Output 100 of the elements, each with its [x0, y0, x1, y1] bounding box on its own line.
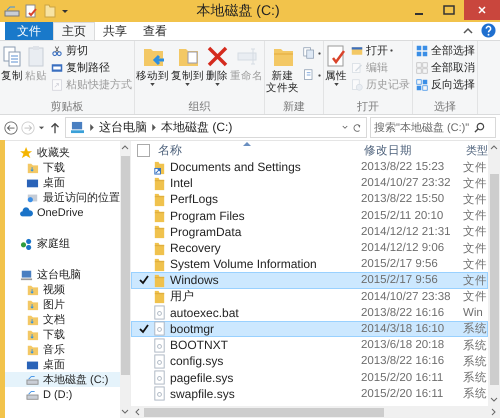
scrollbar[interactable] — [488, 141, 500, 406]
refresh-icon[interactable] — [352, 122, 362, 132]
ribbon-tab[interactable]: 文件 — [5, 22, 53, 40]
sidebar-item[interactable]: 视频 — [5, 282, 120, 297]
file-name: autoexec.bat — [170, 306, 240, 320]
scrollbar[interactable] — [131, 406, 500, 418]
scroll-thumb[interactable] — [144, 408, 384, 416]
ribbon-button[interactable]: 移动到 — [136, 43, 169, 99]
sidebar-item[interactable]: 收藏夹 — [5, 145, 120, 160]
properties-icon[interactable] — [23, 4, 39, 18]
ribbon-button[interactable]: 剪切 — [49, 43, 133, 58]
dropdown-icon[interactable] — [61, 7, 69, 15]
file-row[interactable]: Program Files 2015/2/11 20:10 文件 — [131, 208, 488, 224]
cloud-icon — [20, 206, 33, 218]
sidebar-item[interactable]: 最近访问的位置 — [5, 190, 120, 205]
ribbon-tab[interactable]: 共享 — [95, 22, 135, 40]
homegroup-icon — [20, 238, 33, 250]
file-row[interactable]: Intel 2014/10/27 23:32 文件 — [131, 175, 488, 192]
scroll-right-icon[interactable] — [491, 408, 496, 416]
folder-icon — [152, 240, 167, 256]
ribbon-button[interactable]: 全部取消 — [414, 60, 476, 75]
sidebar-item[interactable]: D (D:) — [5, 387, 120, 402]
sidebar-item[interactable]: 图片 — [5, 297, 120, 312]
search-icon — [474, 122, 485, 133]
select-all-checkbox[interactable] — [137, 144, 150, 156]
scroll-left-icon[interactable] — [135, 408, 140, 416]
ribbon-button[interactable]: 复制路径 — [49, 60, 133, 75]
sidebar-item[interactable]: 下载 — [5, 160, 120, 175]
ribbon-tab[interactable]: 主页 — [53, 22, 95, 40]
ribbon-button[interactable]: 新建 文件夹 — [266, 43, 299, 99]
check-icon[interactable] — [138, 275, 148, 286]
file-type: 文件 — [463, 258, 487, 272]
ribbon-button[interactable]: 反向选择 — [414, 77, 476, 92]
folder-icon — [152, 208, 167, 224]
file-row[interactable]: config.sys 2013/8/22 16:16 系统 — [131, 353, 488, 370]
sidebar-item[interactable]: 桌面 — [5, 175, 120, 190]
file-row[interactable]: PerfLogs 2013/8/22 15:50 文件 — [131, 191, 488, 208]
file-row[interactable]: swapfile.sys 2015/2/20 16:11 系统 — [131, 386, 488, 402]
scroll-thumb[interactable] — [490, 174, 498, 385]
breadcrumb-item[interactable]: 这台电脑 — [99, 119, 147, 136]
file-row[interactable]: pagefile.sys 2015/2/20 16:11 系统 — [131, 369, 488, 386]
scroll-down-icon[interactable] — [121, 409, 129, 414]
close-button[interactable] — [464, 0, 500, 20]
file-row[interactable]: autoexec.bat 2013/8/22 16:16 Win — [131, 304, 488, 321]
column-header[interactable]: 修改日期 — [364, 142, 466, 158]
scroll-thumb[interactable] — [120, 156, 130, 375]
ribbon-button[interactable]: 复制 — [1, 43, 23, 99]
sidebar-item[interactable]: 音乐 — [5, 342, 120, 357]
ribbon-tab[interactable]: 查看 — [135, 22, 175, 40]
file-row[interactable]: Recovery 2014/12/12 9:06 文件 — [131, 240, 488, 256]
check-icon[interactable] — [138, 324, 148, 334]
ribbon-button[interactable]: 复制到 — [171, 43, 204, 99]
modified-date: 2013/8/22 16:16 — [361, 306, 446, 319]
chevron-icon[interactable] — [89, 124, 95, 131]
sidebar-item[interactable]: 下载 — [5, 327, 120, 342]
file-icon — [152, 354, 167, 369]
file-row[interactable]: BOOTNXT 2013/6/18 20:18 系统 — [131, 337, 488, 354]
column-header[interactable]: 类型 — [466, 142, 488, 158]
collapse-icon[interactable] — [463, 27, 473, 35]
file-row[interactable]: bootmgr 2014/3/18 16:10 系统 — [131, 320, 488, 338]
up-arrow-icon[interactable] — [48, 120, 62, 134]
scrollbar[interactable] — [120, 141, 130, 418]
scroll-up-icon[interactable] — [490, 145, 498, 150]
file-name: Documents and Settings — [170, 160, 302, 174]
help-icon[interactable] — [481, 23, 496, 38]
sidebar-item[interactable]: 这台电脑 — [5, 267, 120, 282]
folder-icon — [26, 284, 39, 296]
file-row[interactable]: System Volume Information 2015/2/17 9:56 文件 — [131, 256, 488, 272]
file-row[interactable]: ProgramData 2014/12/12 21:31 文件 — [131, 224, 488, 240]
ribbon-button[interactable]: 删除 — [206, 43, 228, 99]
sidebar-item[interactable]: 家庭组 — [5, 236, 120, 251]
back-icon[interactable] — [4, 120, 18, 134]
properties-icon — [325, 44, 347, 68]
sidebar-item[interactable]: 桌面 — [5, 357, 120, 372]
address-field[interactable]: 这台电脑 本地磁盘 (C:) — [65, 117, 367, 138]
scroll-down-icon[interactable] — [490, 397, 498, 402]
folder-icon — [26, 162, 39, 174]
chevron-icon[interactable] — [151, 124, 157, 131]
modified-date: 2014/10/27 23:38 — [361, 290, 452, 303]
sidebar-label: 图片 — [43, 298, 65, 312]
file-type: 文件 — [463, 176, 487, 191]
column-header[interactable]: 名称 — [158, 142, 364, 158]
drive-icon[interactable] — [4, 4, 20, 18]
file-row[interactable]: 用户 2014/10/27 23:38 文件 — [131, 288, 488, 305]
breadcrumb-item[interactable]: 本地磁盘 (C:) — [161, 119, 232, 136]
sidebar-item[interactable]: 本地磁盘 (C:) — [5, 372, 120, 387]
scroll-up-icon[interactable] — [121, 145, 129, 150]
ribbon-button[interactable]: 属性 — [325, 43, 347, 99]
ribbon-button[interactable]: 全部选择 — [414, 43, 476, 58]
sidebar-label: D (D:) — [43, 388, 72, 400]
sidebar-item[interactable]: OneDrive — [5, 205, 120, 220]
dropdown-icon[interactable] — [38, 124, 45, 131]
file-row[interactable]: Documents and Settings 2013/8/22 15:23 文件 — [131, 159, 488, 176]
file-row[interactable]: Windows 2015/2/17 9:56 文件 — [131, 272, 488, 288]
search-field[interactable]: 搜索"本地磁盘 (C:)" — [370, 117, 496, 138]
file-name: Intel — [170, 176, 194, 190]
dropdown-icon[interactable] — [342, 124, 348, 131]
modified-date: 2015/2/11 20:10 — [361, 210, 444, 222]
sidebar-item[interactable]: 文档 — [5, 312, 120, 327]
ribbon-button[interactable]: 打开 — [349, 43, 411, 58]
